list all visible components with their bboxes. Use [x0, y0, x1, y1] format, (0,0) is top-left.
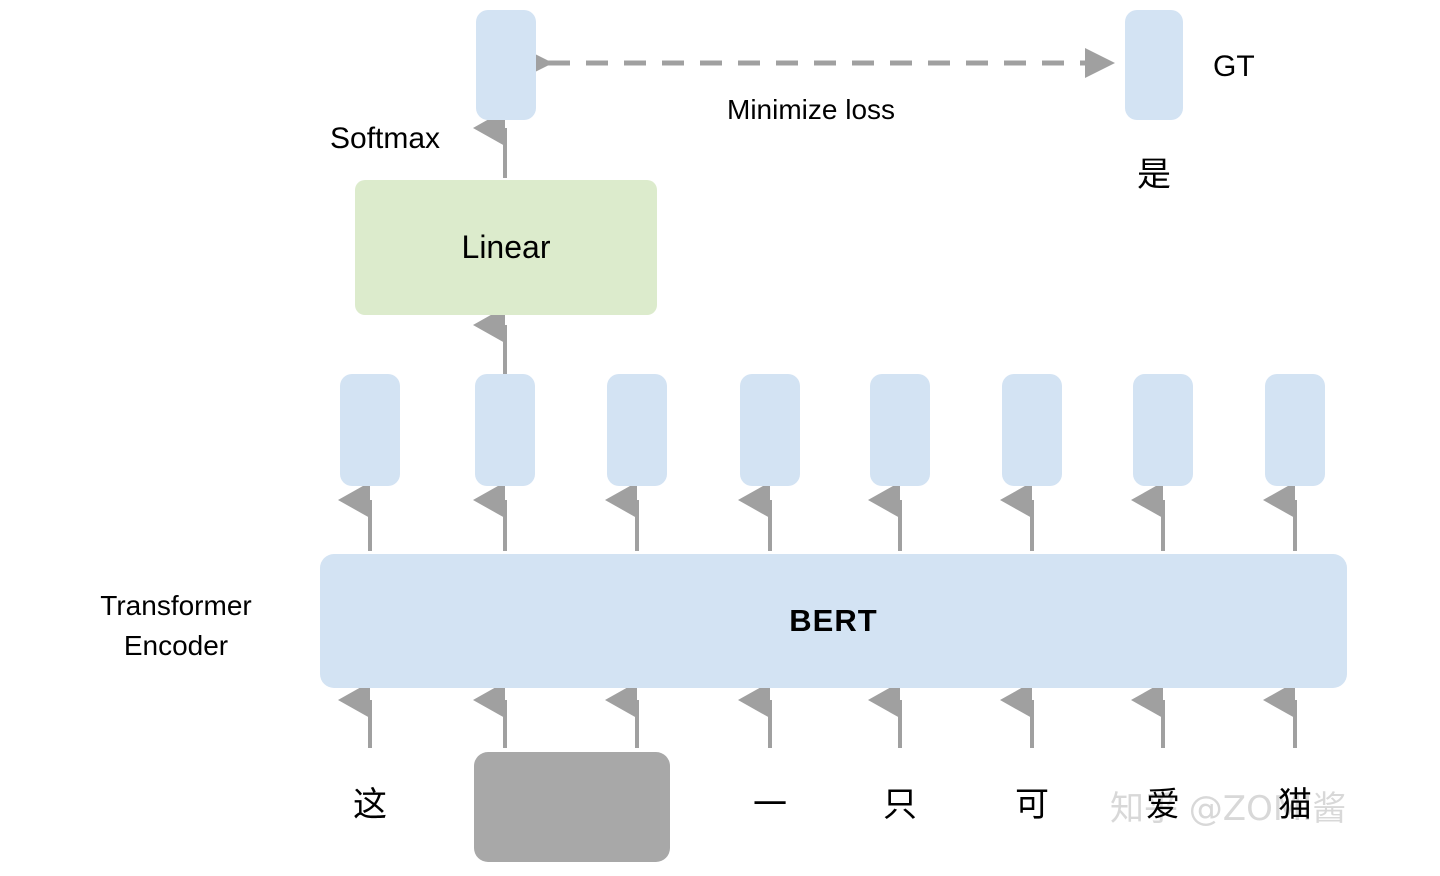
hidden-state-cell-3 — [607, 374, 667, 486]
arrows-tokens-to-bert — [338, 682, 1297, 748]
bert-encoder-block: BERT — [320, 554, 1347, 688]
transformer-encoder-label-line1: Transformer — [100, 590, 252, 621]
input-token-8: 猫 — [1278, 785, 1312, 825]
hidden-state-cell-7 — [1133, 374, 1193, 486]
gt-label: GT — [1213, 50, 1255, 83]
masked-token-block — [474, 752, 670, 862]
minimize-loss-label: Minimize loss — [727, 94, 896, 125]
hidden-state-cell-5 — [870, 374, 930, 486]
linear-layer-label: Linear — [461, 229, 551, 265]
softmax-label: Softmax — [330, 122, 441, 155]
hidden-state-cell-6 — [1002, 374, 1062, 486]
hidden-state-cell-8 — [1265, 374, 1325, 486]
ground-truth-token: 是 — [1137, 155, 1171, 195]
hidden-state-cell-4 — [740, 374, 800, 486]
bert-label: BERT — [789, 603, 878, 638]
arrows-bert-to-hidden — [338, 482, 1297, 551]
connector-layer — [338, 48, 1297, 748]
input-token-4: 一 — [753, 785, 787, 825]
hidden-state-cell-2 — [475, 374, 535, 486]
linear-layer-box: Linear — [355, 180, 657, 315]
softmax-output-cell — [476, 10, 536, 120]
input-token-7: 爱 — [1146, 785, 1180, 825]
input-token-6: 可 — [1015, 785, 1049, 825]
input-token-1: 这 — [353, 785, 387, 825]
transformer-encoder-label-line2: Encoder — [123, 630, 229, 661]
input-token-5: 只 — [883, 785, 917, 825]
diagram-canvas: Linear BERT 这 一 只 可 爱 猫 是 Softmax GT Min… — [0, 0, 1440, 876]
ground-truth-cell — [1125, 10, 1183, 120]
hidden-state-cell-1 — [340, 374, 400, 486]
